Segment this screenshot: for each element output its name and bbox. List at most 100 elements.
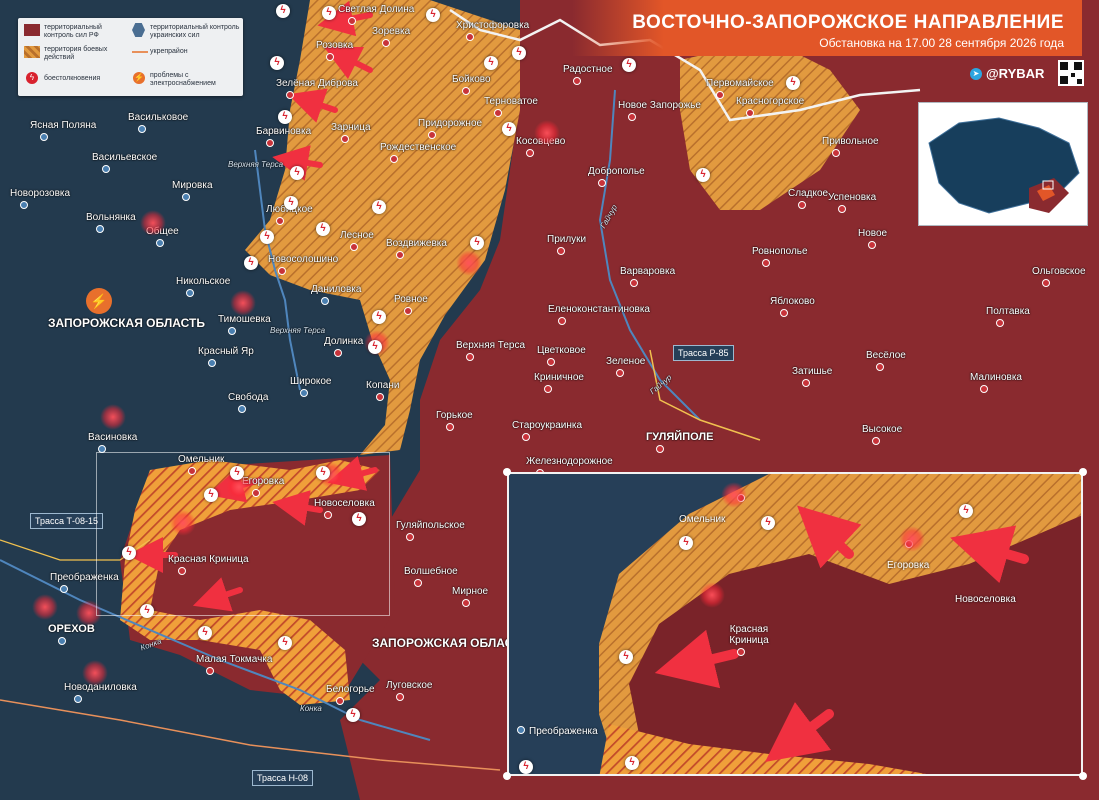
map-canvas: ЗАПОРОЖСКАЯ ОБЛАСТЬ ЗАПОРОЖСКАЯ ОБЛАСТЬ … — [0, 0, 1099, 800]
place-pin — [428, 131, 436, 139]
legend-label: территория боевых действий — [44, 46, 108, 61]
place-label: Красный Яр — [198, 346, 254, 357]
zoom-place-pin — [737, 648, 745, 656]
zoom-place-label: Егоровка — [887, 560, 930, 571]
place-label: Яблоково — [770, 296, 815, 307]
explosion-marker — [140, 210, 166, 236]
legend-label: боестолкновения — [44, 75, 101, 82]
place-label: Луговское — [386, 680, 433, 691]
place-pin — [58, 637, 66, 645]
region-label-main: ЗАПОРОЖСКАЯ ОБЛАСТЬ — [48, 316, 205, 330]
place-pin — [138, 125, 146, 133]
clash-icon: ϟ — [426, 8, 440, 22]
place-label: Долинка — [324, 336, 364, 347]
place-label: Волшебное — [404, 566, 458, 577]
fortification-line-swatch — [132, 51, 148, 53]
place-pin — [462, 87, 470, 95]
clash-icon: ϟ — [278, 110, 292, 124]
clash-icon: ϟ — [502, 122, 516, 136]
clash-icon: ϟ — [372, 200, 386, 214]
map-subtitle: Обстановка на 17.00 28 сентября 2026 год… — [819, 36, 1064, 50]
clash-icon: ϟ — [26, 72, 38, 84]
place-pin — [573, 77, 581, 85]
place-label: Васильевское — [92, 152, 158, 163]
place-pin — [522, 433, 530, 441]
place-label: Ольговское — [1032, 266, 1086, 277]
clash-icon: ϟ — [346, 708, 360, 722]
place-label: Новорозовка — [10, 188, 71, 199]
place-pin — [20, 201, 28, 209]
route-label: Трасса Т-08-15 — [30, 513, 104, 529]
place-label: Вольнянка — [86, 212, 136, 223]
place-pin — [376, 393, 384, 401]
zoom-place-pin — [517, 726, 525, 734]
clash-icon: ϟ — [786, 76, 800, 90]
place-label: Белогорье — [326, 684, 375, 695]
clash-icon: ϟ — [278, 636, 292, 650]
place-label: Придорожное — [418, 118, 483, 129]
place-label: Железнодорожное — [526, 456, 613, 467]
zoom-place-label: Преображенка — [529, 726, 598, 737]
zoom-corner — [1079, 468, 1087, 476]
place-pin — [746, 109, 754, 117]
place-label: Новосолошино — [268, 254, 339, 265]
place-pin — [396, 693, 404, 701]
place-pin — [228, 327, 236, 335]
place-label: Варваровка — [620, 266, 676, 277]
zoom-corner — [503, 772, 511, 780]
clash-icon: ϟ — [679, 536, 693, 550]
place-label: Верхняя Терса — [456, 340, 526, 351]
explosion-marker — [534, 120, 560, 146]
place-label: Горькое — [436, 410, 473, 421]
clash-icon: ϟ — [696, 168, 710, 182]
place-label: Васиновка — [88, 432, 138, 443]
place-pin — [547, 358, 555, 366]
clash-icon: ϟ — [619, 650, 633, 664]
place-pin — [348, 17, 356, 25]
header-banner: ВОСТОЧНО-ЗАПОРОЖСКОЕ НАПРАВЛЕНИЕ Обстано… — [572, 0, 1082, 56]
zoom-inset: Омельник Егоровка Новоселовка Красная Кр… — [507, 472, 1083, 776]
place-pin — [872, 437, 880, 445]
river-label: Конка — [300, 704, 322, 713]
place-label: Новое Запорожье — [618, 100, 701, 111]
legend-label: территориальный контроль сил РФ — [44, 24, 102, 39]
power-outage-icon: ⚡ — [86, 288, 112, 314]
place-pin — [334, 349, 342, 357]
place-pin — [762, 259, 770, 267]
route-label: Трасса Н-08 — [252, 770, 314, 786]
place-pin — [414, 579, 422, 587]
place-label: Широкое — [290, 376, 332, 387]
place-label: Цветковое — [537, 345, 586, 356]
place-pin — [1042, 279, 1050, 287]
river-label: Верхняя Терса — [270, 326, 326, 335]
place-pin — [494, 109, 502, 117]
place-label: Лесное — [340, 230, 374, 241]
place-label: Бойково — [452, 74, 491, 85]
place-pin — [278, 267, 286, 275]
place-pin — [446, 423, 454, 431]
place-label: Сладкое — [788, 188, 829, 199]
place-label: Рождественское — [380, 142, 457, 153]
place-pin — [598, 179, 606, 187]
place-pin — [466, 353, 474, 361]
place-pin — [382, 39, 390, 47]
clash-icon: ϟ — [276, 4, 290, 18]
place-label: Затишье — [792, 366, 833, 377]
contested-swatch — [24, 46, 40, 58]
place-pin — [238, 405, 246, 413]
place-label: Барвиновка — [256, 126, 312, 137]
place-pin — [838, 205, 846, 213]
zoom-blast — [721, 482, 747, 508]
place-pin — [390, 155, 398, 163]
place-pin — [186, 289, 194, 297]
clash-icon: ϟ — [484, 56, 498, 70]
place-label: Воздвижевка — [386, 238, 447, 249]
place-pin — [802, 379, 810, 387]
place-label: Малая Токмачка — [196, 654, 273, 665]
zoom-blast — [899, 526, 925, 552]
place-pin — [876, 363, 884, 371]
clash-icon: ϟ — [260, 230, 274, 244]
place-label: Терноватое — [484, 96, 538, 107]
place-label: Радостное — [563, 64, 613, 75]
clash-icon: ϟ — [372, 310, 386, 324]
